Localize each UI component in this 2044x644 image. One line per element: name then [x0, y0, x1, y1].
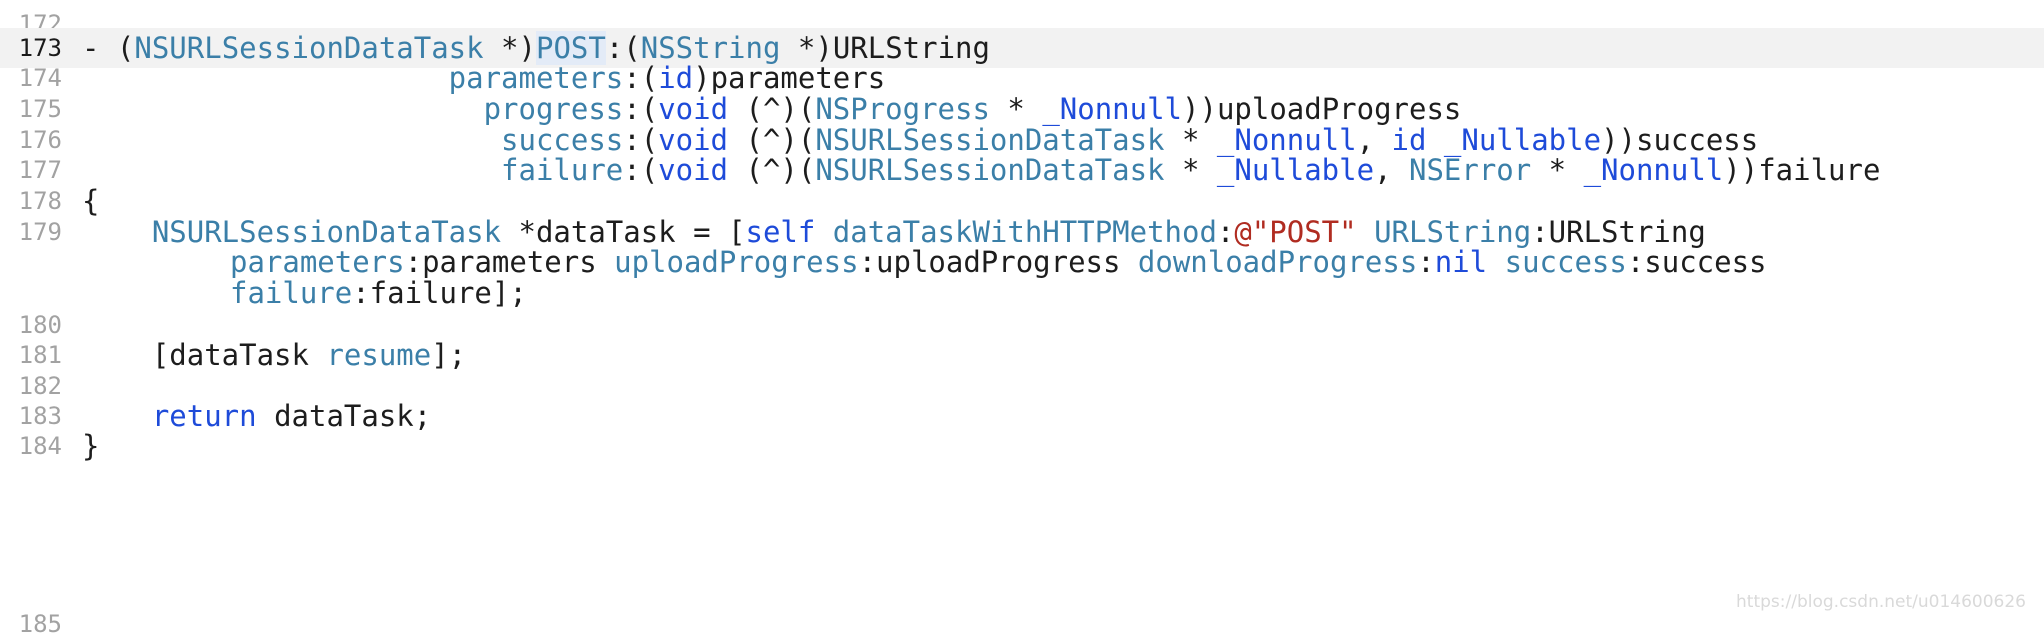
code-editor[interactable]: 172 173 - (NSURLSessionDataTask *)POST:(… [0, 0, 2044, 638]
code-line: 184 } [0, 426, 2044, 466]
watermark: https://blog.csdn.net/u014600626 [1736, 592, 2026, 612]
line-number: 184 [18, 432, 62, 460]
code-text: } [82, 429, 100, 463]
line-number: 179 [18, 218, 62, 246]
line-number: 185 [18, 610, 62, 638]
code-line-wrapped: 179 NSURLSessionDataTask *dataTask = [se… [0, 212, 2044, 312]
